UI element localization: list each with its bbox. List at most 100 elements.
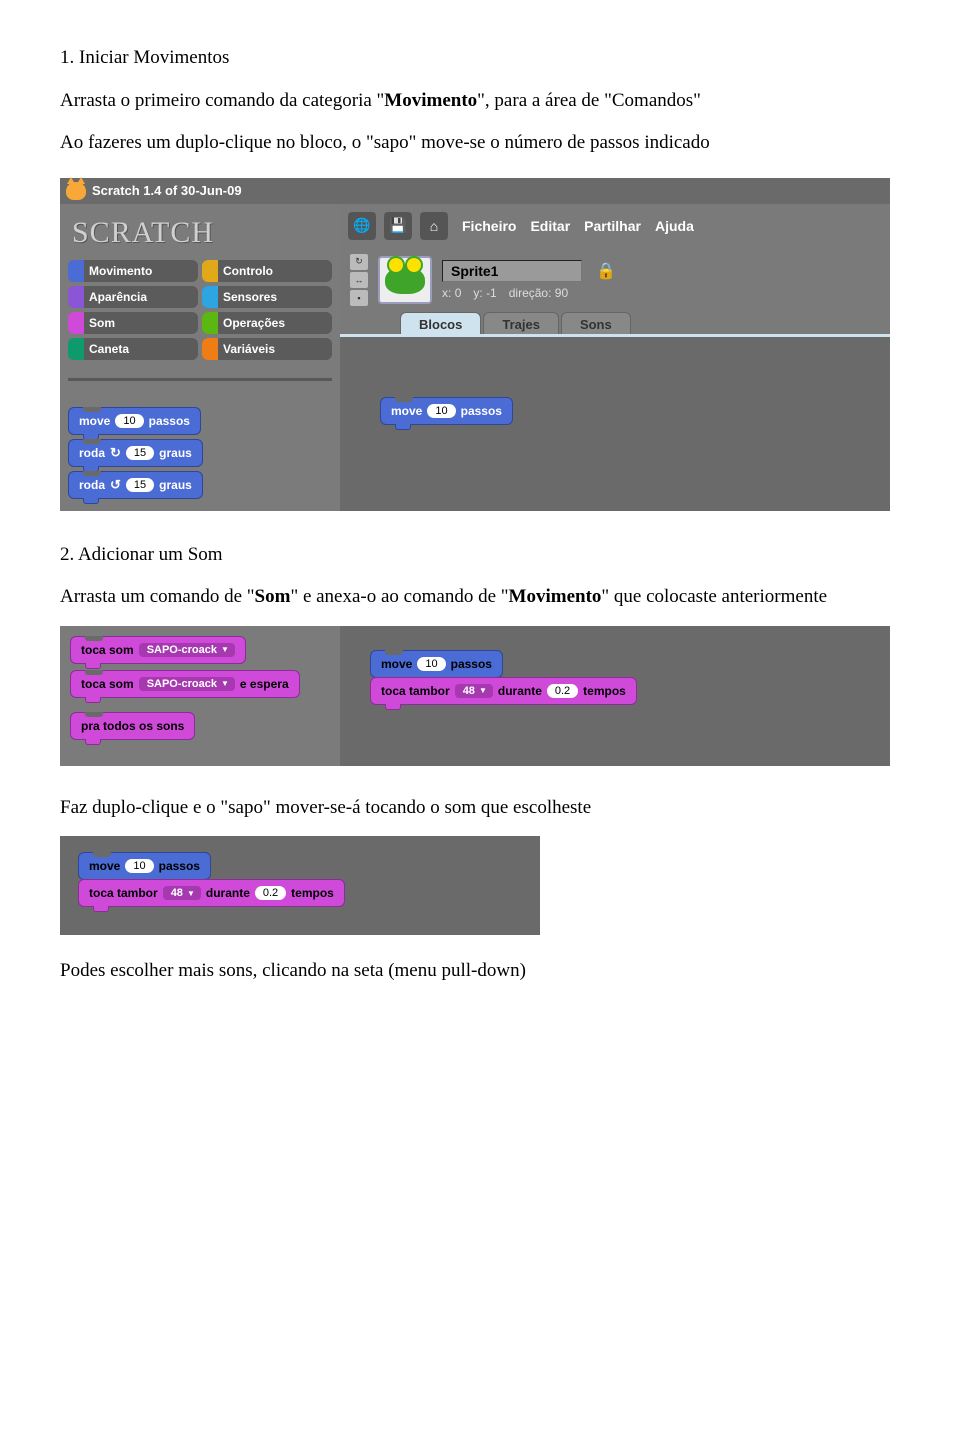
panel2-right[interactable]: move 10 passos toca tambor 48▼ durante 0… (340, 626, 890, 766)
roda-ccw-input[interactable]: 15 (126, 478, 154, 492)
tambor-duration-input-2[interactable]: 0.2 (255, 886, 286, 900)
script-block-move[interactable]: move 10 passos (380, 397, 513, 425)
scratch-window: Scratch 1.4 of 30-Jun-09 SCRATCH Movimen… (60, 178, 890, 511)
script-move-a: move (391, 404, 422, 418)
titlebar: Scratch 1.4 of 30-Jun-09 (60, 178, 890, 204)
script-move-input[interactable]: 10 (427, 404, 455, 418)
save-icon[interactable]: 💾 (384, 212, 412, 240)
tab-blocos[interactable]: Blocos (400, 312, 481, 334)
label-caneta: Caneta (89, 342, 129, 356)
rotation-tools: ↻ ↔ ▪ (350, 254, 368, 306)
menu-edit[interactable]: Editar (530, 218, 570, 234)
stack3-move[interactable]: move 10 passos (78, 852, 211, 880)
menu-help[interactable]: Ajuda (655, 218, 694, 234)
menu-share[interactable]: Partilhar (584, 218, 641, 234)
y-value: -1 (486, 286, 497, 300)
y-label: y: (473, 286, 482, 300)
tab-trajes[interactable]: Trajes (483, 312, 559, 334)
tambor-duration-input[interactable]: 0.2 (547, 684, 578, 698)
label-operacoes: Operações (223, 316, 285, 330)
top-menu: 🌐 💾 ⌂ Ficheiro Editar Partilhar Ajuda (340, 204, 890, 248)
menu-file[interactable]: Ficheiro (462, 218, 516, 234)
script-area[interactable]: move 10 passos (340, 334, 890, 511)
chevron-down-icon: ▼ (221, 645, 229, 654)
b1dd: SAPO-croack (147, 644, 217, 656)
script-stack-3[interactable]: move 10 passos toca tambor 48▼ durante 0… (78, 852, 345, 907)
stack2-tambor[interactable]: toca tambor 48▼ durante 0.2 tempos (370, 677, 637, 705)
s3-move-b: passos (159, 859, 200, 873)
category-aparencia[interactable]: Aparência (68, 286, 198, 308)
stack3-tambor[interactable]: toca tambor 48▼ durante 0.2 tempos (78, 879, 345, 907)
label-aparencia: Aparência (89, 290, 147, 304)
s2-move-input[interactable]: 10 (417, 657, 445, 671)
no-rotate-icon[interactable]: ▪ (350, 290, 368, 306)
sound-dropdown-1[interactable]: SAPO-croack ▼ (139, 643, 235, 657)
b2a: toca som (81, 677, 134, 691)
s3-move-input[interactable]: 10 (125, 859, 153, 873)
section1-heading: 1. Iniciar Movimentos (60, 44, 900, 73)
globe-icon[interactable]: 🌐 (348, 212, 376, 240)
rotate-free-icon[interactable]: ↻ (350, 254, 368, 270)
lock-icon[interactable]: 🔒 (596, 261, 616, 281)
para-1b-bold: Movimento (384, 90, 477, 111)
titlebar-text: Scratch 1.4 of 30-Jun-09 (92, 183, 242, 198)
label-sensores: Sensores (223, 290, 277, 304)
move-steps-input[interactable]: 10 (115, 414, 143, 428)
category-movimento[interactable]: Movimento (68, 260, 198, 282)
category-som[interactable]: Som (68, 312, 198, 334)
block-toca-som[interactable]: toca som SAPO-croack ▼ (70, 636, 246, 664)
p3e: " que colocaste anteriormente (601, 586, 827, 607)
script-stack-2[interactable]: move 10 passos toca tambor 48▼ durante 0… (370, 650, 637, 705)
block-roda-cw[interactable]: roda ↻ 15 graus (68, 439, 203, 467)
tab-row: Blocos Trajes Sons (340, 312, 890, 334)
s3-move-a: move (89, 859, 120, 873)
s2-tt-b: durante (498, 684, 542, 698)
block-roda-ccw[interactable]: roda ↺ 15 graus (68, 471, 203, 499)
category-variaveis[interactable]: Variáveis (202, 338, 332, 360)
divider (68, 378, 332, 381)
block-stop-sounds[interactable]: pra todos os sons (70, 712, 195, 740)
panel2-left: toca som SAPO-croack ▼ toca som SAPO-croa… (60, 626, 340, 766)
move-label-b: passos (149, 414, 190, 428)
frog-icon (385, 266, 425, 294)
block-toca-som-espera[interactable]: toca som SAPO-croack▼ e espera (70, 670, 300, 698)
script-move-b: passos (461, 404, 502, 418)
tambor-dropdown[interactable]: 48▼ (455, 684, 493, 698)
roda-cw-input[interactable]: 15 (126, 446, 154, 460)
tab-sons[interactable]: Sons (561, 312, 631, 334)
sprite-thumbnail[interactable] (378, 256, 432, 304)
tambor-dropdown-2[interactable]: 48▼ (163, 886, 201, 900)
sprite-bar: ↻ ↔ ▪ Sprite1 🔒 x: 0 y: -1 direção: 90 (340, 248, 890, 312)
s2-move-b: passos (451, 657, 492, 671)
s3-tt-dd: 48 (171, 887, 183, 899)
b2b: e espera (240, 677, 289, 691)
category-sensores[interactable]: Sensores (202, 286, 332, 308)
label-controlo: Controlo (223, 264, 273, 278)
sprite-name-input[interactable]: Sprite1 (442, 260, 582, 282)
sound-dropdown-2[interactable]: SAPO-croack▼ (139, 677, 235, 691)
section2-heading: 2. Adicionar um Som (60, 541, 900, 570)
roda-label-2: roda (79, 478, 105, 492)
category-operacoes[interactable]: Operações (202, 312, 332, 334)
block-move-steps[interactable]: move 10 passos (68, 407, 201, 435)
home-icon[interactable]: ⌂ (420, 212, 448, 240)
swatch-movimento (68, 260, 84, 282)
panel-result: move 10 passos toca tambor 48▼ durante 0… (60, 836, 540, 935)
s3-tt-a: toca tambor (89, 886, 158, 900)
panel-sound-example: toca som SAPO-croack ▼ toca som SAPO-croa… (60, 626, 890, 766)
stack2-move[interactable]: move 10 passos (370, 650, 503, 678)
b1a: toca som (81, 643, 134, 657)
flip-lr-icon[interactable]: ↔ (350, 272, 368, 288)
s2-tt-a: toca tambor (381, 684, 450, 698)
roda-label: roda (79, 446, 105, 460)
swatch-controlo (202, 260, 218, 282)
label-som: Som (89, 316, 115, 330)
dir-value: 90 (555, 286, 568, 300)
swatch-sensores (202, 286, 218, 308)
rotate-cw-icon: ↻ (110, 445, 121, 461)
category-caneta[interactable]: Caneta (68, 338, 198, 360)
left-column: SCRATCH Movimento Controlo Aparência Sen… (60, 204, 340, 511)
swatch-aparencia (68, 286, 84, 308)
p3b: Som (255, 586, 291, 607)
category-controlo[interactable]: Controlo (202, 260, 332, 282)
